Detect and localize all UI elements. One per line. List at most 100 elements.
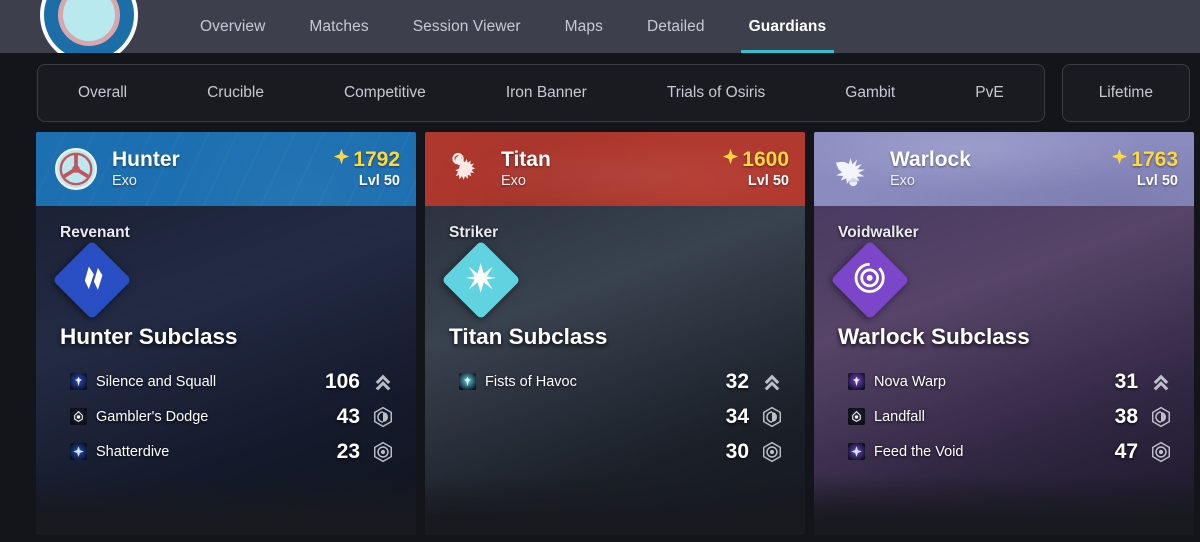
subclass-section: Revenant Hunter Subclass Silence and Squal… bbox=[36, 206, 416, 469]
ability-name: Shatterdive bbox=[96, 443, 170, 460]
nav-tab-list: Overview Matches Session Viewer Maps Detaile… bbox=[178, 0, 848, 53]
nav-tab-session-viewer[interactable]: Session Viewer bbox=[391, 0, 543, 53]
guardian-card-titan[interactable]: Titan Exo 1600 Lvl 50 Striker Titan Subclass F… bbox=[425, 132, 805, 535]
filter-pill-competitive[interactable]: Competitive bbox=[304, 65, 466, 121]
guardian-card-body: Voidwalker Warlock Subclass Nova Warp 31 Lan… bbox=[814, 206, 1194, 535]
nav-tab-matches[interactable]: Matches bbox=[287, 0, 390, 53]
guardian-power-level: 1792 bbox=[332, 147, 400, 172]
guardian-power-block: 1763 Lvl 50 bbox=[1110, 147, 1178, 191]
subclass-name: Striker bbox=[449, 224, 499, 241]
ability-stat-value: 30 bbox=[725, 439, 749, 463]
melee-hex-icon bbox=[372, 406, 394, 428]
top-navigation-bar: Overview Matches Session Viewer Maps Detaile… bbox=[0, 0, 1200, 53]
guardian-power-block: 1600 Lvl 50 bbox=[721, 147, 789, 191]
ability-row: Shatterdive 23 bbox=[60, 434, 394, 469]
super-ability-icon bbox=[848, 373, 865, 390]
power-value: 1792 bbox=[353, 147, 400, 171]
movement-ability-icon bbox=[848, 443, 865, 460]
ability-name: Nova Warp bbox=[874, 373, 946, 390]
super-ability-icon bbox=[459, 373, 476, 390]
arc-striker-icon bbox=[441, 240, 521, 320]
subclass-name: Revenant bbox=[60, 224, 130, 241]
melee-hex-icon bbox=[1150, 406, 1172, 428]
guardian-power-block: 1792 Lvl 50 bbox=[332, 147, 400, 191]
ability-stat-value: 23 bbox=[336, 439, 360, 463]
ability-name: Feed the Void bbox=[874, 443, 964, 460]
power-star-icon bbox=[721, 147, 740, 172]
ability-row: 34 bbox=[449, 399, 783, 434]
guardian-class-name: Titan bbox=[501, 147, 551, 171]
guardian-card-body: Striker Titan Subclass Fists of Havoc 32 34 3… bbox=[425, 206, 805, 535]
guardian-identity: Titan Exo bbox=[501, 148, 551, 191]
class-ability-icon bbox=[848, 408, 865, 425]
filter-bar: Overall Crucible Competitive Iron Banner Tri… bbox=[0, 53, 1200, 132]
guardian-race: Exo bbox=[890, 172, 915, 189]
guardian-identity: Hunter Exo bbox=[112, 148, 180, 191]
ability-row: Silence and Squall 106 bbox=[60, 364, 394, 399]
nav-tab-overview[interactable]: Overview bbox=[178, 0, 287, 53]
grenade-hex-icon bbox=[761, 441, 783, 463]
guardian-power-level: 1600 bbox=[721, 147, 789, 172]
ability-stat-value: 106 bbox=[324, 369, 360, 393]
ability-row: 30 bbox=[449, 434, 783, 469]
subclass-title: Titan Subclass bbox=[449, 324, 608, 349]
nav-tab-maps[interactable]: Maps bbox=[543, 0, 625, 53]
filter-pill-crucible[interactable]: Crucible bbox=[167, 65, 304, 121]
filter-pill-overall[interactable]: Overall bbox=[38, 65, 167, 121]
guardian-card-warlock[interactable]: Warlock Exo 1763 Lvl 50 Voidwalker Warlock Su… bbox=[814, 132, 1194, 535]
super-chevron-icon bbox=[761, 371, 783, 393]
ability-name: Silence and Squall bbox=[96, 373, 217, 390]
power-value: 1763 bbox=[1131, 147, 1178, 171]
power-value: 1600 bbox=[742, 147, 789, 171]
guardian-race: Exo bbox=[112, 172, 137, 189]
ability-name: Landfall bbox=[874, 408, 925, 425]
filter-pill-gambit[interactable]: Gambit bbox=[805, 65, 935, 121]
ability-name: Fists of Havoc bbox=[485, 373, 577, 390]
ability-stat-value: 34 bbox=[725, 404, 749, 428]
super-chevron-icon bbox=[372, 371, 394, 393]
card-bottom-fade bbox=[814, 475, 1194, 535]
guardian-power-level: 1763 bbox=[1110, 147, 1178, 172]
ability-row: Nova Warp 31 bbox=[838, 364, 1172, 399]
subclass-title: Hunter Subclass bbox=[60, 324, 238, 349]
filter-pill-group-secondary: Lifetime bbox=[1061, 63, 1190, 122]
guardian-class-name: Warlock bbox=[890, 147, 971, 171]
guardian-level: Lvl 50 bbox=[1136, 173, 1178, 190]
nav-tab-detailed[interactable]: Detailed bbox=[625, 0, 727, 53]
super-chevron-icon bbox=[1150, 371, 1172, 393]
subclass-section: Striker Titan Subclass Fists of Havoc 32 34 3… bbox=[425, 206, 805, 469]
ability-row: Fists of Havoc 32 bbox=[449, 364, 783, 399]
nav-tab-guardians[interactable]: Guardians bbox=[727, 0, 849, 53]
guardian-class-name: Hunter bbox=[112, 147, 180, 171]
card-bottom-fade bbox=[36, 475, 416, 535]
filter-pill-trials-of-osiris[interactable]: Trials of Osiris bbox=[627, 65, 805, 121]
guardian-card-header: Warlock Exo 1763 Lvl 50 bbox=[814, 132, 1194, 206]
ability-row: Landfall 38 bbox=[838, 399, 1172, 434]
filter-pill-lifetime[interactable]: Lifetime bbox=[1063, 65, 1189, 121]
hunter-emblem-icon bbox=[54, 147, 98, 191]
filter-pill-pve[interactable]: PvE bbox=[935, 65, 1043, 121]
stasis-revenant-icon bbox=[52, 240, 132, 320]
avatar[interactable] bbox=[40, 0, 138, 53]
guardian-card-hunter[interactable]: Hunter Exo 1792 Lvl 50 Revenant Hunter Subcla… bbox=[36, 132, 416, 535]
filter-pill-iron-banner[interactable]: Iron Banner bbox=[466, 65, 627, 121]
warlock-emblem-icon bbox=[832, 147, 876, 191]
subclass-title: Warlock Subclass bbox=[838, 324, 1030, 349]
ability-stat-value: 47 bbox=[1114, 439, 1138, 463]
guardian-card-body: Revenant Hunter Subclass Silence and Squal… bbox=[36, 206, 416, 535]
subclass-name: Voidwalker bbox=[838, 224, 919, 241]
guardian-level: Lvl 50 bbox=[358, 173, 400, 190]
filter-pill-group-primary: Overall Crucible Competitive Iron Banner Tri… bbox=[37, 63, 1045, 122]
ability-stat-value: 38 bbox=[1114, 404, 1138, 428]
ability-name: Gambler's Dodge bbox=[96, 408, 209, 425]
guardian-card-list: Hunter Exo 1792 Lvl 50 Revenant Hunter Subcla… bbox=[0, 132, 1200, 535]
power-star-icon bbox=[332, 147, 351, 172]
ability-stat-value: 43 bbox=[336, 404, 360, 428]
grenade-hex-icon bbox=[372, 441, 394, 463]
ability-stat-value: 31 bbox=[1114, 369, 1138, 393]
guardian-card-header: Titan Exo 1600 Lvl 50 bbox=[425, 132, 805, 206]
ability-stat-value: 32 bbox=[725, 369, 749, 393]
ability-row: Gambler's Dodge 43 bbox=[60, 399, 394, 434]
guardian-card-header: Hunter Exo 1792 Lvl 50 bbox=[36, 132, 416, 206]
guardian-identity: Warlock Exo bbox=[890, 148, 971, 191]
